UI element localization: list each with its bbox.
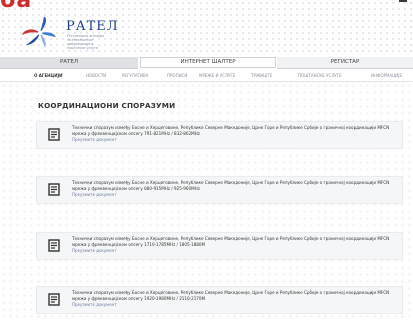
page-title: КООРДИНАЦИОНИ СПОРАЗУМИ: [38, 101, 176, 110]
top-tabs: РАТЕЛ ИНТЕРНЕТ ШАЛТЕР РЕГИСТАР: [0, 57, 413, 69]
tab-registar[interactable]: РЕГИСТАР: [277, 57, 413, 69]
document-item[interactable]: Технички споразум између Босне и Херцего…: [36, 286, 403, 314]
window-title-fragment: ба: [0, 0, 33, 13]
document-icon: [48, 239, 60, 252]
download-link[interactable]: Преузмите документ: [72, 192, 117, 197]
logo-subtitle: Регулаторна агенција за електронске кому…: [67, 34, 105, 50]
document-icon: [48, 128, 60, 141]
nav-item-about[interactable]: О АГЕНЦИЈИ: [34, 72, 62, 80]
nav-item-news[interactable]: НОВОСТИ: [86, 72, 106, 80]
download-link[interactable]: Преузмите документ: [72, 302, 117, 307]
document-title: Технички споразум између Босне и Херцего…: [72, 180, 390, 191]
nav-item-information[interactable]: ИНФОРМАЦИЈЕ: [371, 72, 402, 80]
document-item[interactable]: Технички споразум између Босне и Херцего…: [36, 176, 403, 204]
nav-item-networks-services[interactable]: МРЕЖЕ И УСЛУГЕ: [199, 72, 235, 80]
nav-item-regulation[interactable]: РЕГУЛАТИВА: [122, 72, 148, 80]
document-title: Технички споразум између Босне и Херцего…: [72, 290, 390, 301]
document-title: Технички споразум између Босне и Херцего…: [72, 236, 390, 247]
document-item[interactable]: Технички споразум између Босне и Херцего…: [36, 232, 403, 260]
download-link[interactable]: Преузмите документ: [72, 248, 117, 253]
nav-item-postal-services[interactable]: ПОШТАНСКЕ УСЛУГЕ: [298, 72, 342, 80]
download-link[interactable]: Преузмите документ: [72, 137, 117, 142]
minimize-icon[interactable]: [399, 0, 407, 2]
nav-item-laws[interactable]: ПРОПИСИ: [167, 72, 187, 80]
tab-ratel[interactable]: РАТЕЛ: [0, 57, 138, 69]
document-title: Технички споразум између Босне и Херцего…: [72, 125, 390, 136]
document-icon: [48, 293, 60, 306]
logo-name: РАТЕЛ: [66, 19, 119, 34]
tab-internet-shalter[interactable]: ИНТЕРНЕТ ШАЛТЕР: [140, 57, 276, 68]
document-item[interactable]: Технички споразум између Босне и Херцего…: [36, 121, 403, 149]
nav-item-market[interactable]: ТРЖИШТЕ: [251, 72, 272, 80]
main-nav: О АГЕНЦИЈИ НОВОСТИ РЕГУЛАТИВА ПРОПИСИ МР…: [0, 70, 413, 82]
document-icon: [48, 183, 60, 196]
